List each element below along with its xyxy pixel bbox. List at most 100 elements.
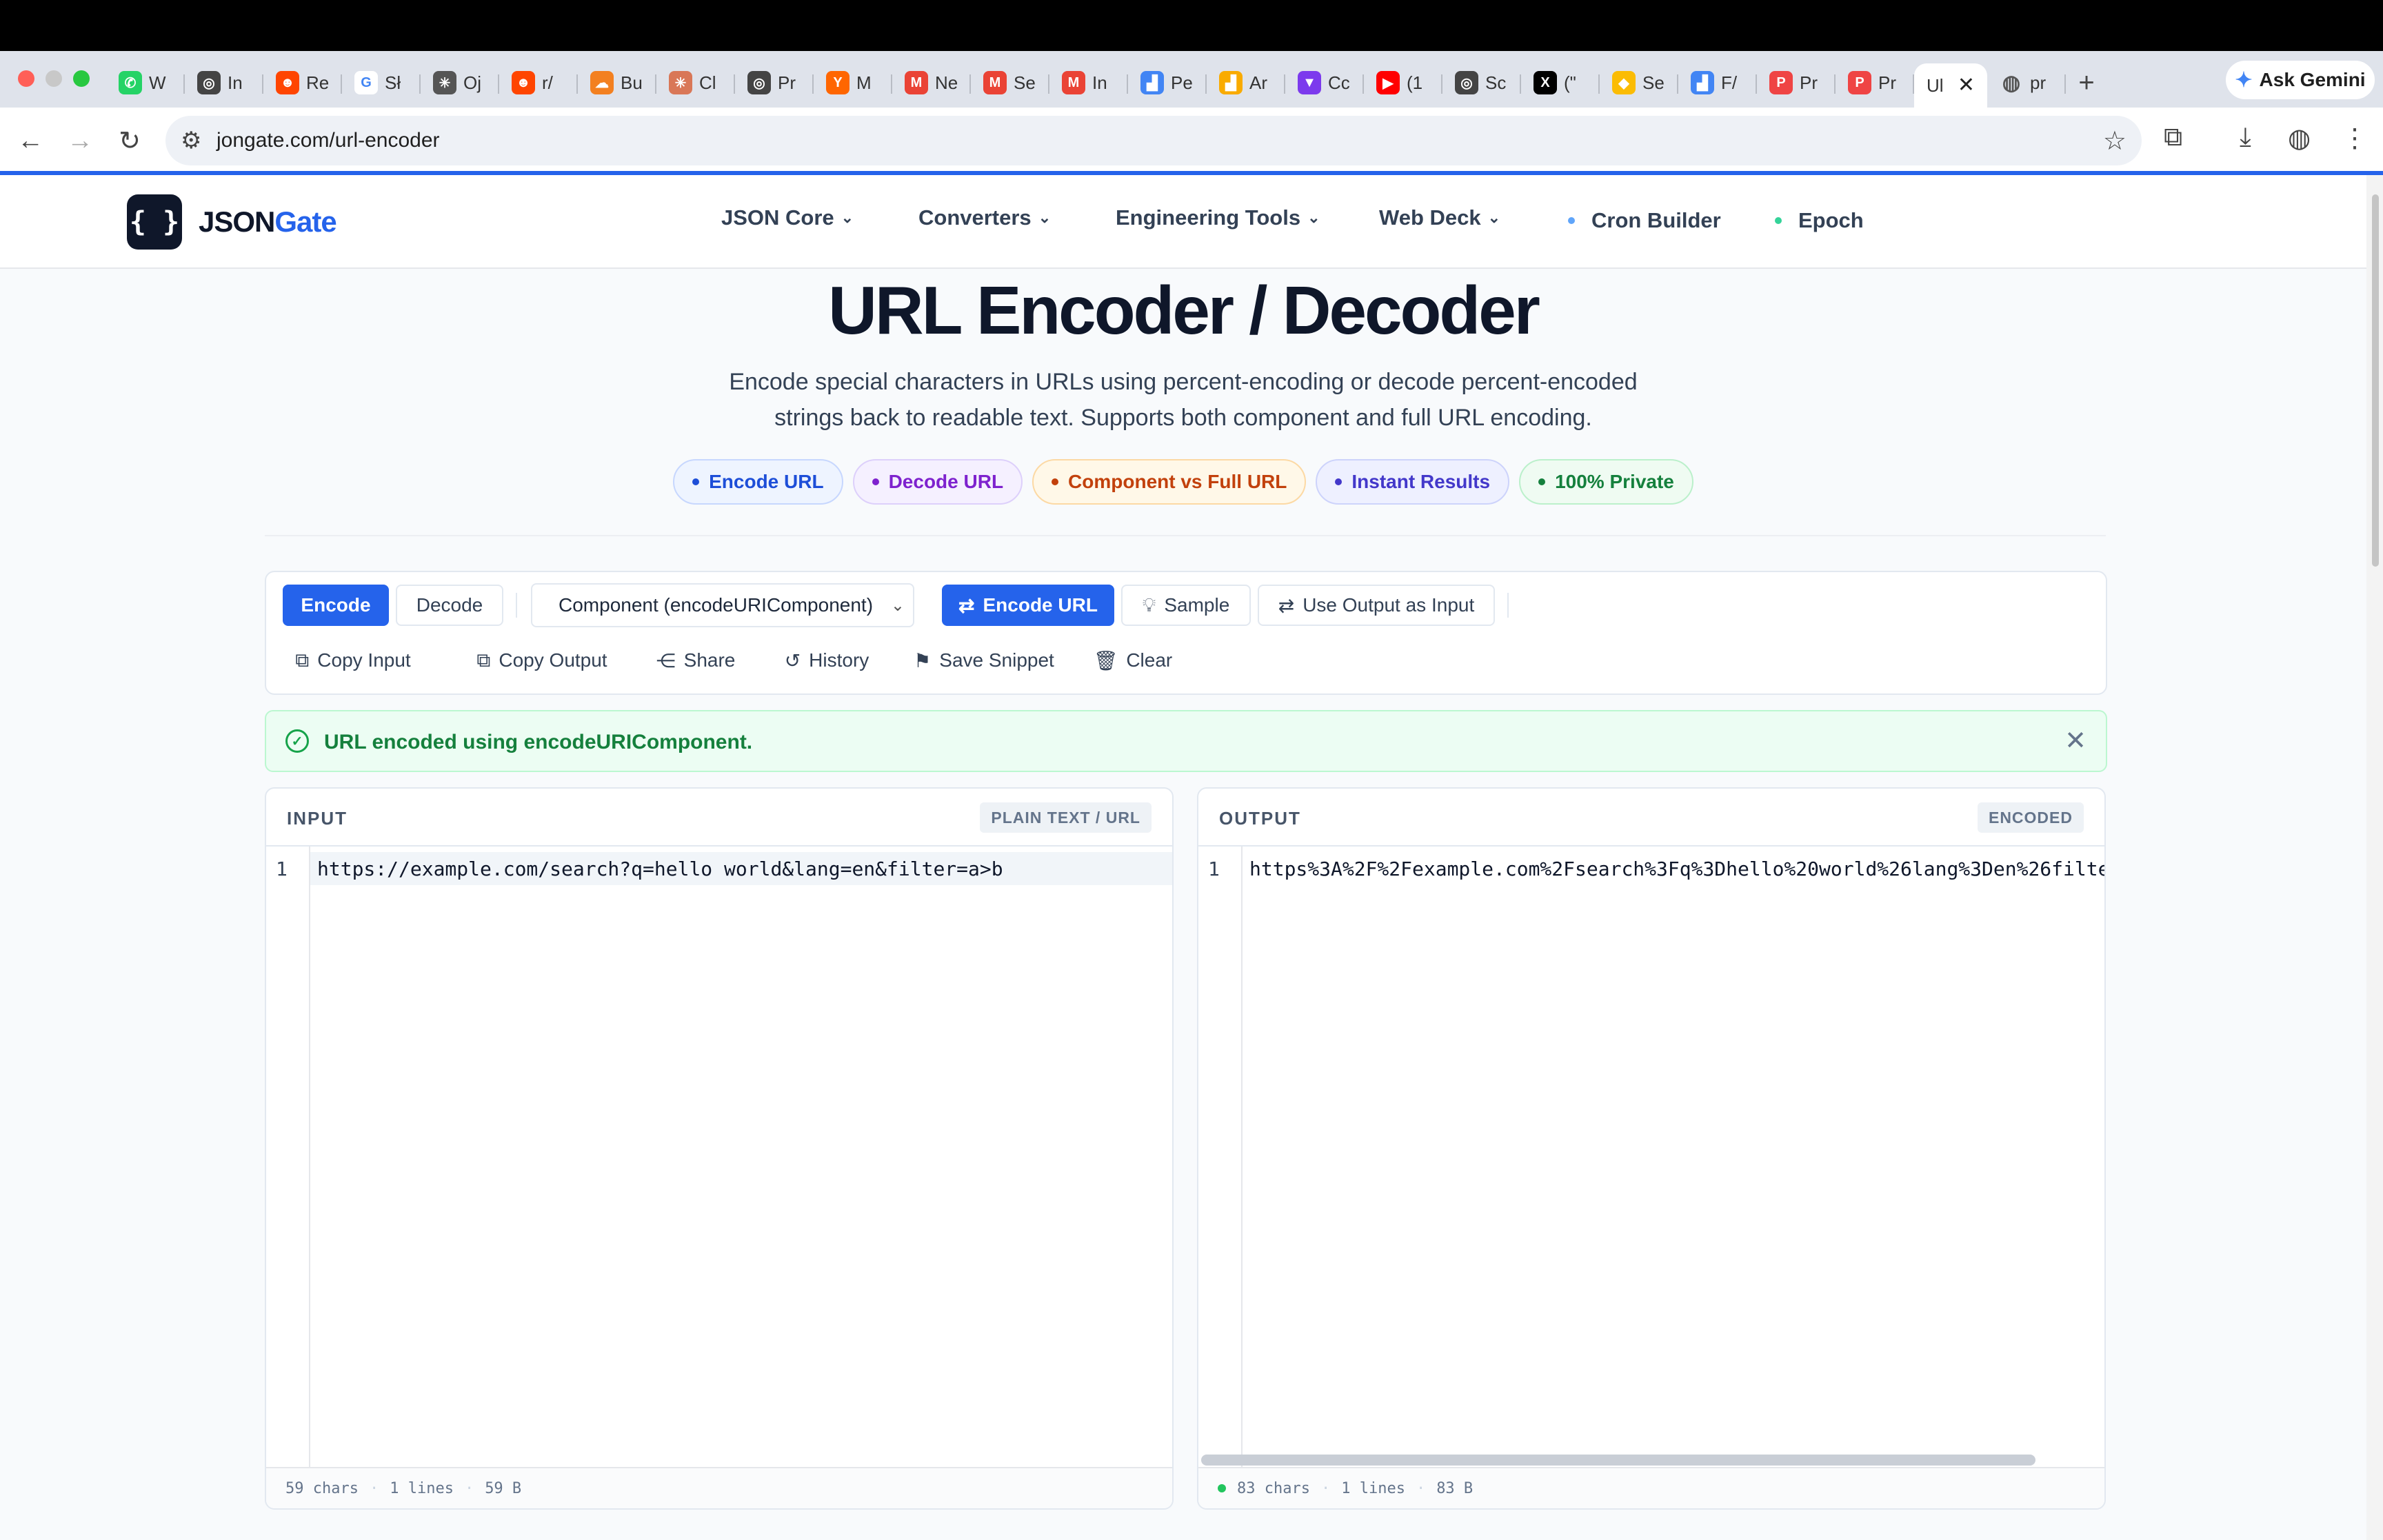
tab-title: Pr <box>778 72 796 93</box>
browser-tab[interactable]: G Sł <box>342 63 421 102</box>
pill-dot-icon <box>1052 478 1059 485</box>
share-button[interactable]: ⋲ Share <box>647 640 745 681</box>
encoding-mode-value: Component (encodeURIComponent) <box>559 594 874 616</box>
history-label: History <box>809 649 869 671</box>
sample-button[interactable]: 💡︎ Sample <box>1121 585 1251 626</box>
copy-input-button[interactable]: ⧉ Copy Input <box>285 640 421 681</box>
producthunt-icon: P <box>1769 71 1793 94</box>
reload-icon[interactable]: ↻ <box>113 124 146 157</box>
browser-tab[interactable]: ☁ Bu <box>578 63 656 102</box>
browser-tab[interactable]: M Ne <box>892 63 971 102</box>
nav-json-core[interactable]: JSON Core ⌄ <box>721 205 854 230</box>
browser-tab[interactable]: ◆ Se <box>1600 63 1678 102</box>
system-menu-bar <box>0 0 2383 51</box>
status-dot-icon <box>1218 1484 1226 1492</box>
logo-icon[interactable]: { } <box>127 194 182 250</box>
browser-tab[interactable]: ✳ Cl <box>656 63 735 102</box>
trash-icon: 🗑︎ <box>1093 649 1118 671</box>
browser-tab[interactable]: ☻ r/ <box>499 63 578 102</box>
cast-search-icon[interactable]: ⧉ <box>2164 123 2182 152</box>
address-url[interactable]: jongate.com/url-encoder <box>217 129 440 152</box>
browser-tab[interactable]: ▼ Cc <box>1285 63 1364 102</box>
browser-tab[interactable]: X (" <box>1521 63 1600 102</box>
nav-epoch[interactable]: Epoch <box>1775 208 1864 233</box>
nav-dot-icon <box>1775 217 1782 224</box>
use-output-as-input-button[interactable]: ⇄ Use Output as Input <box>1258 585 1495 626</box>
ask-gemini-button[interactable]: ✦ Ask Gemini <box>2226 61 2375 99</box>
reddit-icon: ☻ <box>512 71 535 94</box>
browser-tab[interactable]: YM <box>814 63 892 102</box>
pill-dot-icon <box>872 478 879 485</box>
bookmark-star-icon[interactable]: ☆ <box>2103 125 2126 156</box>
lightbulb-icon: 💡︎ <box>1142 594 1156 616</box>
share-label: Share <box>683 649 736 671</box>
input-editor[interactable]: https://example.com/search?q=hello world… <box>317 858 1003 880</box>
feature-pills: Encode URL Decode URL Component vs Full UR… <box>0 459 2366 505</box>
browser-tab[interactable]: ◎ In <box>185 63 263 102</box>
browser-tab[interactable]: ◎ Sc <box>1442 63 1521 102</box>
window-close-button[interactable] <box>18 70 34 87</box>
output-editor[interactable]: https%3A%2F%2Fexample.com%2Fsearch%3Fq%3… <box>1249 858 2104 880</box>
swap-icon: ⇄ <box>958 594 975 616</box>
forward-arrow-icon[interactable]: → <box>63 124 97 157</box>
tab-title: Cc <box>1328 72 1350 93</box>
browser-tab[interactable]: ▟ Ar <box>1207 63 1285 102</box>
search-console-icon: ◆ <box>1612 71 1636 94</box>
gmail-icon: M <box>905 71 928 94</box>
close-icon[interactable]: ✕ <box>2064 725 2087 756</box>
chrome-menu-icon[interactable]: ⋮ <box>2342 123 2368 154</box>
input-panel-title: INPUT <box>287 808 348 829</box>
encode-mode-button[interactable]: Encode <box>283 585 389 626</box>
nav-cron-builder[interactable]: Cron Builder <box>1568 208 1721 233</box>
copy-output-button[interactable]: ⧉ Copy Output <box>467 640 616 681</box>
nav-web-deck[interactable]: Web Deck ⌄ <box>1379 205 1500 230</box>
browser-tab[interactable]: ◎ Pr <box>735 63 814 102</box>
browser-tab[interactable]: ◍ pr <box>1987 63 2066 102</box>
browser-tab[interactable]: P Pr <box>1757 63 1836 102</box>
browser-tab[interactable]: M Se <box>971 63 1049 102</box>
close-icon[interactable]: ✕ <box>1958 73 1975 97</box>
feature-pill-label: 100% Private <box>1555 471 1674 492</box>
input-stats: 59 chars · 1 lines · 59 B <box>266 1467 1172 1508</box>
window-maximize-button[interactable] <box>73 70 90 87</box>
extension-icon[interactable]: ◍ <box>2288 123 2311 154</box>
chevron-down-icon: ⌄ <box>1487 209 1501 226</box>
page-scrollbar[interactable] <box>2366 175 2383 1540</box>
back-arrow-icon[interactable]: ← <box>14 124 47 157</box>
encoding-mode-select[interactable]: Component (encodeURIComponent) ⌄ <box>531 583 914 627</box>
browser-tab[interactable]: ☻ Re <box>263 63 342 102</box>
nav-converters[interactable]: Converters ⌄ <box>918 205 1051 230</box>
encode-url-button[interactable]: ⇄ Encode URL <box>942 585 1114 626</box>
output-panel: OUTPUT ENCODED 1 https%3A%2F%2Fexample.c… <box>1197 787 2106 1510</box>
feature-pill-label: Decode URL <box>888 471 1004 492</box>
horizontal-scrollbar[interactable] <box>1201 1455 2035 1466</box>
browser-tab[interactable]: M In <box>1049 63 1128 102</box>
copy-input-label: Copy Input <box>317 649 411 671</box>
site-info-icon[interactable]: ⚙ <box>181 127 201 154</box>
tab-title: (1 <box>1407 72 1423 93</box>
browser-tab[interactable]: ✳ Oj <box>421 63 499 102</box>
analytics-icon: ▟ <box>1219 71 1243 94</box>
input-panel: INPUT PLAIN TEXT / URL 1 https://example… <box>265 787 1174 1510</box>
nav-engineering-tools[interactable]: Engineering Tools ⌄ <box>1116 205 1320 230</box>
clear-button[interactable]: 🗑︎ Clear <box>1088 640 1178 681</box>
scrollbar-thumb[interactable] <box>2372 194 2379 567</box>
ask-gemini-label: Ask Gemini <box>2259 69 2366 90</box>
browser-tab[interactable]: ✆ W <box>106 63 185 102</box>
copy-icon: ⧉ <box>476 649 491 671</box>
logo-wordmark[interactable]: JSONGate <box>199 205 337 239</box>
browser-tab-active[interactable]: Ul ✕ <box>1914 63 1987 108</box>
download-icon[interactable]: ⤓ <box>2240 123 2251 152</box>
history-button[interactable]: ↺ History <box>770 640 884 681</box>
save-snippet-button[interactable]: ⚑ Save Snippet <box>905 640 1063 681</box>
address-bar[interactable]: ⚙ jongate.com/url-encoder ☆ <box>165 116 2142 165</box>
new-tab-button[interactable]: + <box>2066 63 2107 102</box>
decode-mode-button[interactable]: Decode <box>396 585 503 626</box>
gmail-icon: M <box>1062 71 1085 94</box>
browser-tab[interactable]: ▟ F/ <box>1678 63 1757 102</box>
browser-tab[interactable]: P Pr <box>1836 63 1914 102</box>
toolbar-separator <box>1507 593 1509 618</box>
browser-tab[interactable]: ▟ Pe <box>1128 63 1207 102</box>
window-minimize-button[interactable] <box>46 70 62 87</box>
browser-tab[interactable]: ▶ (1 <box>1364 63 1442 102</box>
